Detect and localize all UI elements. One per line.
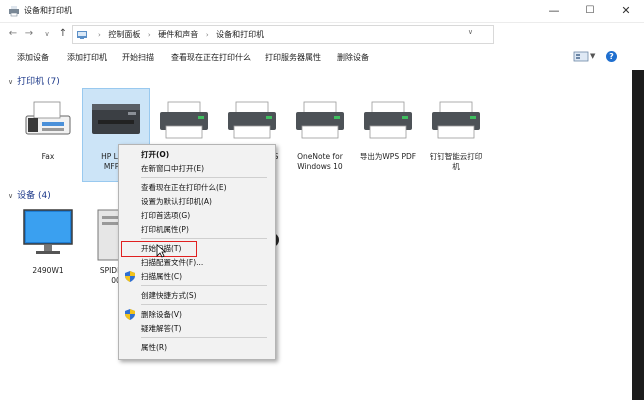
- printer-label-line1: 钉钉智能云打印: [429, 152, 483, 161]
- control-panel-icon: [77, 31, 87, 39]
- shield-icon: [125, 309, 135, 320]
- monitor-icon: [23, 209, 73, 254]
- menu-item-set-default[interactable]: 设置为默认打印机(A): [141, 196, 212, 207]
- breadcrumb-separator: ›: [147, 31, 151, 39]
- menu-item-scan-properties[interactable]: 扫描属性(C): [141, 271, 182, 282]
- printers-group-header[interactable]: ∨ 打印机 (7): [8, 74, 60, 87]
- device-item-monitor[interactable]: 2490W1: [16, 204, 80, 286]
- command-toolbar: 添加设备 添加打印机 开始扫描 查看现在正在打印什么 打印服务器属性 删除设备: [0, 46, 644, 68]
- breadcrumb-devices-printers[interactable]: 设备和打印机: [216, 30, 264, 39]
- printer-label: Fax: [41, 152, 55, 161]
- printer-label-line2: 机: [452, 162, 460, 171]
- menu-item-open-new-window[interactable]: 在新窗口中打开(E): [141, 163, 204, 174]
- shield-icon: [125, 271, 135, 282]
- add-device-button[interactable]: 添加设备: [17, 52, 49, 63]
- devices-group-label: 设备 (4): [17, 191, 51, 201]
- menu-separator: [141, 304, 267, 305]
- menu-separator: [141, 238, 267, 239]
- breadcrumb-control-panel[interactable]: 控制面板: [108, 30, 140, 39]
- menu-item-remove-device[interactable]: 删除设备(V): [141, 309, 182, 320]
- printer-item-dingtalk[interactable]: 钉钉智能云打印 机: [424, 90, 488, 172]
- view-options-icon[interactable]: [573, 51, 589, 62]
- printer-icon: [160, 101, 208, 139]
- address-row: ← → ∨ ↑ › 控制面板 › 硬件和声音 › 设备和打印机 ∨ ↻: [0, 23, 644, 66]
- devices-and-printers-window: 设备和打印机 — ☐ ✕ ← → ∨ ↑ › 控制面板 › 硬件和声音 › 设备…: [0, 0, 644, 400]
- printer-icon: [432, 101, 480, 139]
- print-server-properties-button[interactable]: 打印服务器属性: [265, 52, 321, 63]
- printer-label-line2: Windows 10: [297, 162, 343, 171]
- add-printer-button[interactable]: 添加打印机: [67, 52, 107, 63]
- menu-item-scan-profiles[interactable]: 扫描配置文件(F)...: [141, 257, 203, 268]
- printer-icon: [228, 101, 276, 139]
- collapse-chevron-icon: ∨: [8, 78, 14, 86]
- menu-item-troubleshoot[interactable]: 疑难解答(T): [141, 323, 181, 334]
- breadcrumb-separator: ›: [98, 31, 101, 39]
- devices-group-header[interactable]: ∨ 设备 (4): [8, 188, 51, 201]
- devices-printers-icon: [9, 6, 19, 17]
- remove-device-button[interactable]: 删除设备: [337, 52, 369, 63]
- printer-icon: [296, 101, 344, 139]
- breadcrumb[interactable]: › 控制面板 › 硬件和声音 › 设备和打印机 ∨: [72, 25, 494, 44]
- device-label: 2490W1: [32, 266, 64, 275]
- forward-arrow-icon[interactable]: →: [22, 26, 36, 42]
- breadcrumb-separator: ›: [205, 31, 209, 39]
- menu-item-create-shortcut[interactable]: 创建快捷方式(S): [141, 290, 197, 301]
- menu-item-open[interactable]: 打开(O): [141, 149, 169, 160]
- content-area: ∨ 打印机 (7) Fax HP Lase MFP M OneNote for …: [0, 70, 644, 400]
- menu-item-print-preferences[interactable]: 打印首选项(G): [141, 210, 190, 221]
- recent-locations-chevron-icon[interactable]: ∨: [40, 26, 54, 42]
- see-printing-button[interactable]: 查看现在正在打印什么: [171, 52, 251, 63]
- window-edge: [632, 70, 644, 400]
- breadcrumb-hardware-sound[interactable]: 硬件和声音: [158, 30, 198, 39]
- laser-printer-icon: [92, 104, 140, 134]
- menu-separator: [141, 337, 267, 338]
- printer-label: 导出为WPS PDF: [359, 152, 417, 161]
- printer-item-onenote[interactable]: OneNote for Windows 10: [288, 90, 352, 172]
- printer-item-wps-pdf[interactable]: 导出为WPS PDF: [356, 90, 420, 172]
- start-scan-button[interactable]: 开始扫描: [122, 52, 154, 63]
- printer-icon: [364, 101, 412, 139]
- printer-item-fax[interactable]: Fax: [16, 90, 80, 172]
- title-bar: 设备和打印机 — ☐ ✕: [0, 0, 644, 23]
- menu-item-see-printing[interactable]: 查看现在正在打印什么(E): [141, 182, 227, 193]
- help-icon[interactable]: ?: [606, 51, 617, 62]
- up-arrow-icon[interactable]: ↑: [56, 26, 70, 42]
- back-arrow-icon[interactable]: ←: [6, 26, 20, 42]
- menu-item-properties[interactable]: 属性(R): [141, 342, 167, 353]
- context-menu: 打开(O) 在新窗口中打开(E) 查看现在正在打印什么(E) 设置为默认打印机(…: [118, 144, 276, 360]
- collapse-chevron-icon: ∨: [8, 192, 14, 200]
- menu-item-printer-properties[interactable]: 打印机属性(P): [141, 224, 189, 235]
- printers-group-label: 打印机 (7): [17, 77, 60, 87]
- mouse-cursor-icon: [156, 244, 166, 258]
- fax-icon: [25, 101, 71, 135]
- window-title: 设备和打印机: [24, 6, 72, 15]
- close-button[interactable]: ✕: [604, 0, 644, 22]
- printer-label-line1: OneNote for: [297, 152, 343, 161]
- menu-separator: [141, 177, 267, 178]
- menu-separator: [141, 285, 267, 286]
- address-dropdown-chevron-icon[interactable]: ∨: [468, 28, 473, 36]
- view-options-chevron-icon[interactable]: ▼: [590, 52, 595, 60]
